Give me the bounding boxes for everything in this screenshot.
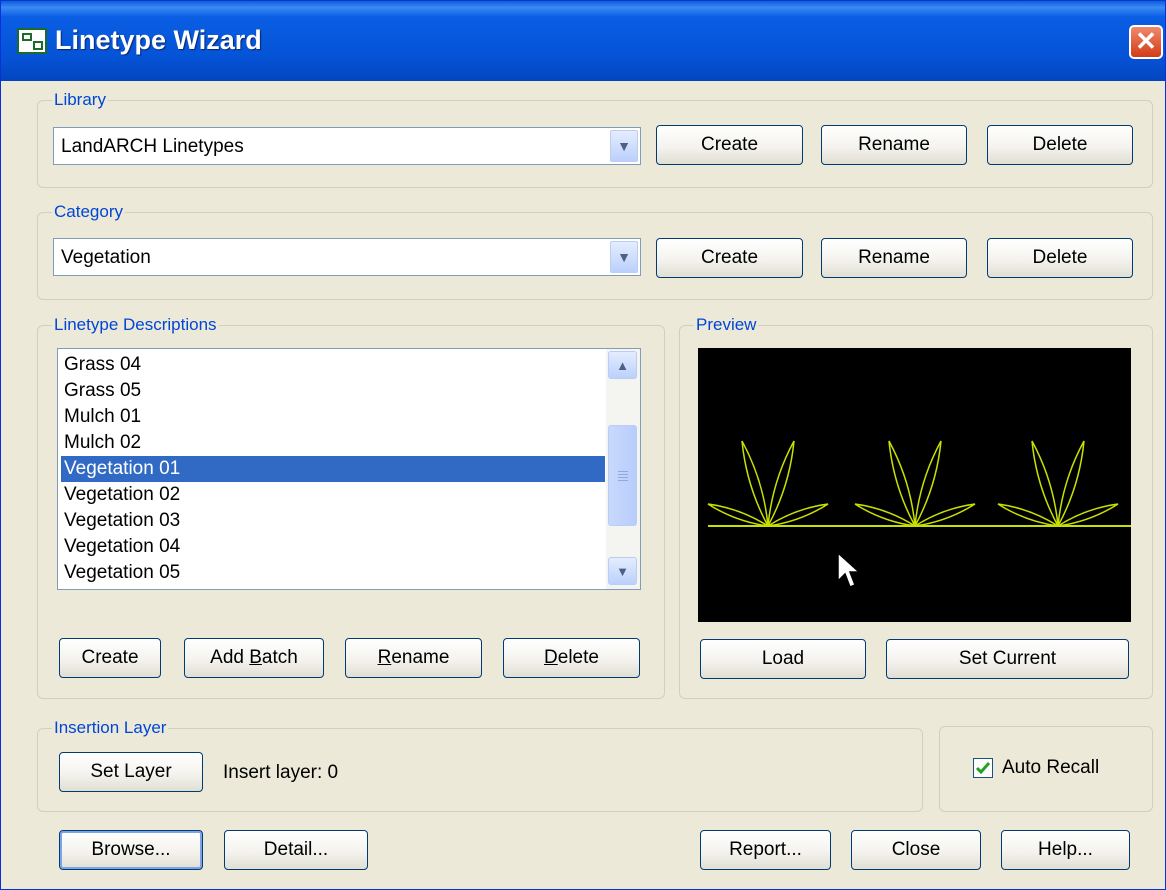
insertion-layer-legend: Insertion Layer — [54, 718, 167, 737]
category-selected-value: Vegetation — [61, 247, 151, 268]
rename-label-key: R — [377, 647, 392, 668]
description-delete-button[interactable]: Delete — [503, 638, 640, 678]
linetype-descriptions-legend: Linetype Descriptions — [54, 315, 217, 334]
list-item[interactable]: Mulch 02 — [61, 430, 605, 456]
linetype-list[interactable]: Grass 04 Grass 05 Mulch 01 Mulch 02 Vege… — [57, 348, 641, 590]
list-item[interactable]: Vegetation 05 — [61, 560, 605, 586]
set-layer-button[interactable]: Set Layer — [59, 752, 203, 792]
title-bar[interactable]: Linetype Wizard ✕ — [1, 1, 1165, 81]
list-item[interactable]: Vegetation 02 — [61, 482, 605, 508]
category-create-button[interactable]: Create — [656, 238, 803, 278]
rename-label-post: ename — [391, 647, 450, 668]
preview-leaf — [767, 440, 795, 527]
list-item[interactable]: Grass 05 — [61, 378, 605, 404]
app-icon — [17, 28, 47, 54]
linetype-wizard-window: Linetype Wizard ✕ Library LandARCH Linet… — [0, 0, 1166, 890]
report-button[interactable]: Report... — [700, 830, 831, 870]
detail-button[interactable]: Detail... — [224, 830, 368, 870]
library-selected-value: LandARCH Linetypes — [61, 136, 244, 157]
add-batch-button[interactable]: Add Batch — [184, 638, 324, 678]
mouse-cursor-icon — [837, 551, 861, 588]
description-create-button[interactable]: Create — [59, 638, 161, 678]
category-delete-button[interactable]: Delete — [987, 238, 1133, 278]
library-delete-button[interactable]: Delete — [987, 125, 1133, 165]
list-scrollbar[interactable]: ▲ ▼ — [606, 349, 640, 589]
scrollbar-thumb[interactable] — [608, 425, 637, 526]
list-item[interactable]: Vegetation 04 — [61, 534, 605, 560]
preview-leaf — [741, 440, 769, 527]
scroll-down-icon[interactable]: ▼ — [608, 557, 637, 585]
list-item-selected[interactable]: Vegetation 01 — [61, 456, 605, 482]
delete-label-post: elete — [557, 647, 599, 668]
library-rename-button[interactable]: Rename — [821, 125, 967, 165]
set-current-button[interactable]: Set Current — [886, 639, 1129, 679]
close-window-button[interactable]: ✕ — [1129, 25, 1163, 59]
list-item[interactable]: Grass 04 — [61, 352, 605, 378]
scroll-up-icon[interactable]: ▲ — [608, 351, 637, 379]
linetype-preview — [698, 348, 1131, 622]
window-title: Linetype Wizard — [55, 25, 262, 55]
category-dropdown[interactable]: Vegetation ▼ — [53, 238, 641, 276]
browse-button[interactable]: Browse... — [59, 830, 203, 870]
preview-leaf — [888, 440, 916, 527]
preview-leaf — [1031, 440, 1059, 527]
chevron-down-icon[interactable]: ▼ — [610, 130, 638, 162]
auto-recall-label[interactable]: Auto Recall — [1002, 757, 1099, 779]
list-item[interactable]: Mulch 01 — [61, 404, 605, 430]
delete-label-key: D — [544, 647, 558, 668]
library-dropdown[interactable]: LandARCH Linetypes ▼ — [53, 127, 641, 165]
library-create-button[interactable]: Create — [656, 125, 803, 165]
add-batch-label-key: B — [249, 647, 262, 668]
list-item[interactable]: Vegetation 03 — [61, 508, 605, 534]
library-legend: Library — [54, 90, 106, 109]
preview-canvas — [707, 440, 1131, 527]
help-button[interactable]: Help... — [1001, 830, 1130, 870]
description-rename-button[interactable]: Rename — [345, 638, 482, 678]
auto-recall-checkbox[interactable] — [973, 758, 993, 778]
check-icon — [975, 762, 991, 775]
add-batch-label-pre: Add — [210, 647, 250, 668]
preview-leaf — [1057, 440, 1085, 527]
category-legend: Category — [54, 202, 123, 221]
chevron-down-icon[interactable]: ▼ — [610, 241, 638, 273]
preview-legend: Preview — [696, 315, 757, 334]
close-button[interactable]: Close — [851, 830, 981, 870]
add-batch-label-post: atch — [261, 647, 298, 668]
load-button[interactable]: Load — [700, 639, 866, 679]
preview-leaf — [914, 440, 942, 527]
insert-layer-text: Insert layer: 0 — [223, 762, 339, 783]
category-rename-button[interactable]: Rename — [821, 238, 967, 278]
